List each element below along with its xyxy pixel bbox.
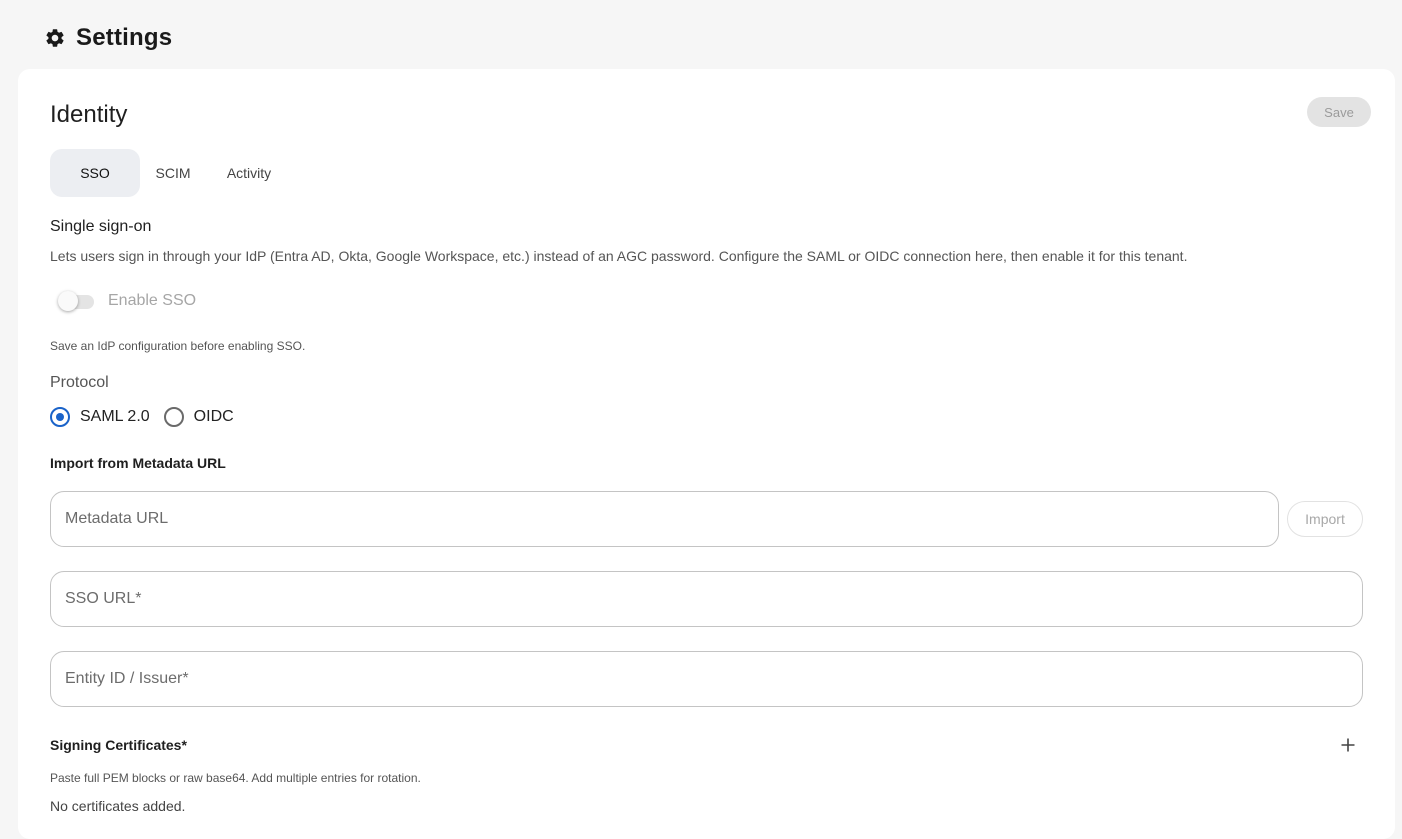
enable-sso-helper: Save an IdP configuration before enablin… [50, 339, 306, 353]
section-title: Single sign-on [50, 218, 152, 235]
page-title: Settings [76, 24, 173, 51]
oidc-radio-label[interactable]: OIDC [194, 408, 234, 426]
card-title: Identity [50, 101, 128, 128]
import-metadata-title: Import from Metadata URL [50, 455, 226, 471]
tab-scim[interactable]: SCIM [142, 149, 204, 197]
import-button[interactable]: Import [1287, 501, 1363, 537]
metadata-url-input[interactable] [50, 491, 1279, 547]
enable-sso-label: Enable SSO [108, 292, 197, 309]
enable-sso-row: Enable SSO [58, 289, 196, 313]
signing-certificates-description: Paste full PEM blocks or raw base64. Add… [50, 771, 421, 785]
page-header: Settings [44, 22, 172, 54]
tab-sso[interactable]: SSO [50, 149, 140, 197]
save-button[interactable]: Save [1307, 97, 1371, 127]
saml-radio-label[interactable]: SAML 2.0 [80, 408, 150, 426]
add-certificate-icon[interactable] [1338, 735, 1358, 755]
saml-radio[interactable] [50, 407, 70, 427]
enable-sso-toggle[interactable] [58, 289, 96, 313]
tab-activity[interactable]: Activity [214, 149, 284, 197]
sso-url-input[interactable] [50, 571, 1363, 627]
gear-icon [44, 27, 66, 49]
section-description: Lets users sign in through your IdP (Ent… [50, 248, 1188, 264]
protocol-label: Protocol [50, 374, 109, 391]
certificates-empty-state: No certificates added. [50, 798, 186, 814]
oidc-radio[interactable] [163, 407, 184, 427]
identity-card: Identity Save SSO SCIM Activity Single s… [18, 69, 1395, 839]
protocol-radio-group: SAML 2.0 OIDC [50, 405, 248, 429]
tab-bar: SSO SCIM Activity [50, 149, 284, 197]
signing-certificates-title: Signing Certificates* [50, 737, 187, 753]
entity-id-input[interactable] [50, 651, 1363, 707]
